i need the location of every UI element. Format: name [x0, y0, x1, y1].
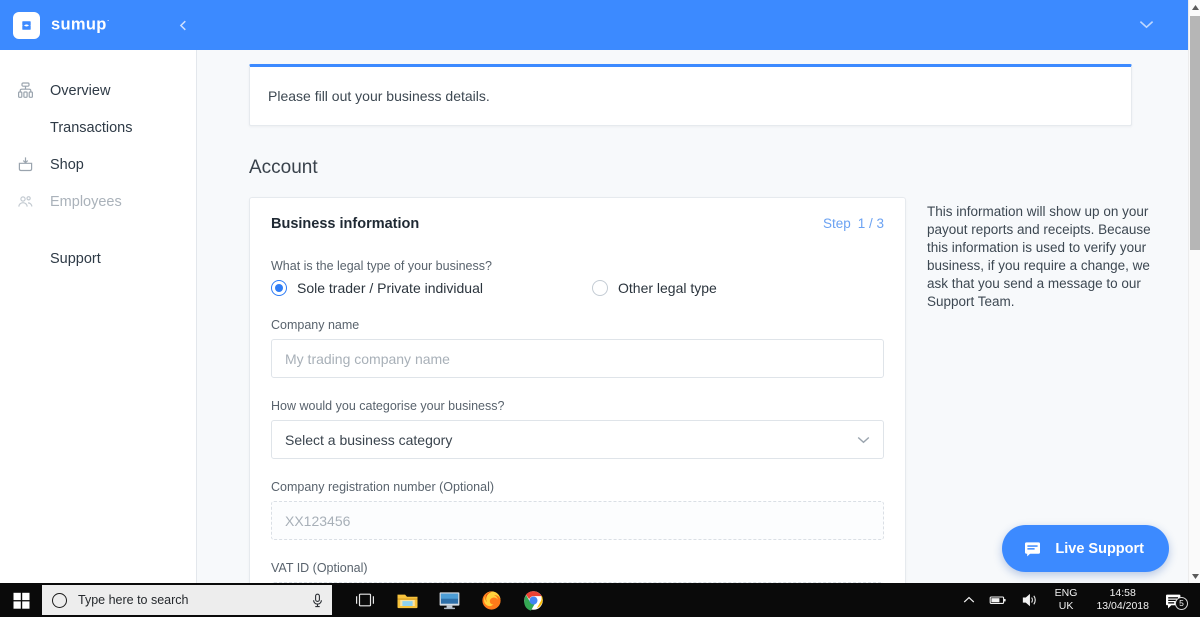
clock-date: 13/04/2018: [1096, 600, 1149, 612]
brand-name: sumup·: [51, 15, 110, 35]
business-information-card: Business information Step 1 / 3 What is t…: [249, 197, 906, 583]
sidebar-item-employees[interactable]: Employees: [0, 183, 196, 220]
app-header: sumup·: [0, 0, 1188, 50]
sidebar-item-label: Overview: [50, 82, 111, 99]
windows-taskbar: Type here to search ENG UK 14:58 13/04/2…: [0, 583, 1200, 617]
sidebar: Overview Transactions Shop Employees Sup…: [0, 50, 197, 583]
radio-label: Other legal type: [618, 280, 717, 296]
battery-icon[interactable]: [982, 594, 1015, 606]
company-name-field: Company name: [271, 318, 884, 378]
clock-time: 14:58: [1109, 587, 1136, 599]
step-label: Step: [822, 216, 851, 231]
legal-type-radio-group: Sole trader / Private individual Other l…: [271, 280, 884, 296]
company-name-label: Company name: [271, 318, 360, 332]
sidebar-item-transactions[interactable]: Transactions: [0, 109, 196, 146]
sumup-logo-icon: [13, 11, 40, 39]
step-count: 1 / 3: [857, 216, 884, 231]
app-window: sumup· Overview Transactions Shop Employ…: [0, 0, 1200, 617]
chevron-left-icon[interactable]: [170, 12, 196, 38]
firefox-icon[interactable]: [470, 583, 512, 617]
page-scrollbar[interactable]: [1188, 0, 1200, 583]
live-support-label: Live Support: [1055, 540, 1144, 557]
radio-sole-trader[interactable]: Sole trader / Private individual: [271, 280, 592, 296]
main-content: Please fill out your business details. A…: [197, 50, 1188, 583]
scroll-up-arrow-icon[interactable]: [1189, 0, 1200, 14]
notice-banner: Please fill out your business details.: [249, 64, 1132, 126]
cortana-circle-icon: [52, 592, 67, 608]
business-category-select[interactable]: Select a business category: [271, 420, 884, 459]
chevron-down-icon: [1139, 16, 1154, 34]
company-name-input[interactable]: [271, 339, 884, 378]
radio-other-legal-type[interactable]: Other legal type: [592, 280, 717, 296]
chrome-icon[interactable]: [512, 583, 554, 617]
sidebar-item-label: Support: [50, 250, 101, 267]
sidebar-item-label: Transactions: [50, 119, 133, 136]
language-line-2: UK: [1058, 600, 1074, 612]
search-input[interactable]: Type here to search: [42, 585, 332, 615]
brand-name-text: sumup: [51, 15, 107, 34]
taskbar-apps: [344, 583, 554, 617]
registration-number-input[interactable]: [271, 501, 884, 540]
card-title: Business information: [271, 216, 420, 232]
radio-dot-icon: [592, 280, 608, 296]
people-icon: [12, 192, 38, 211]
chat-message-icon: [1023, 539, 1042, 558]
brand-trademark: ·: [106, 15, 110, 26]
vat-id-label: VAT ID (Optional): [271, 561, 368, 575]
windows-start-icon[interactable]: [0, 583, 42, 617]
business-category-field: How would you categorise your business? …: [271, 399, 884, 459]
radio-dot-icon: [271, 280, 287, 296]
sidebar-item-label: Shop: [50, 156, 84, 173]
action-center-icon[interactable]: 5: [1159, 592, 1192, 610]
sidebar-item-shop[interactable]: Shop: [0, 146, 196, 183]
chevron-down-icon: [857, 436, 870, 444]
clock[interactable]: 14:58 13/04/2018: [1086, 587, 1159, 613]
speaker-icon[interactable]: [1015, 593, 1046, 607]
registration-number-label: Company registration number (Optional): [271, 480, 495, 494]
task-view-icon[interactable]: [344, 583, 386, 617]
display-monitor-icon[interactable]: [428, 583, 470, 617]
file-explorer-icon[interactable]: [386, 583, 428, 617]
microphone-icon[interactable]: [311, 593, 324, 608]
shop-bag-icon: [12, 155, 38, 174]
notification-count-badge: 5: [1175, 596, 1188, 610]
page-title: Account: [249, 157, 318, 178]
dashboard-icon: [12, 81, 38, 100]
brand-logo[interactable]: sumup·: [0, 11, 160, 39]
scrollbar-thumb[interactable]: [1190, 16, 1200, 250]
account-menu-button[interactable]: [1139, 16, 1188, 34]
radio-label: Sole trader / Private individual: [297, 280, 483, 296]
scroll-down-arrow-icon[interactable]: [1189, 569, 1200, 583]
business-category-value: Select a business category: [285, 431, 453, 448]
chevron-up-icon[interactable]: [956, 596, 982, 604]
language-indicator[interactable]: ENG UK: [1046, 587, 1087, 613]
card-header: Business information Step 1 / 3: [271, 216, 884, 232]
search-placeholder: Type here to search: [78, 593, 189, 607]
legal-type-question: What is the legal type of your business?: [271, 259, 492, 273]
live-support-button[interactable]: Live Support: [1002, 525, 1169, 572]
registration-number-field: Company registration number (Optional): [271, 480, 884, 540]
system-tray: ENG UK 14:58 13/04/2018 5: [956, 587, 1200, 613]
sidebar-item-overview[interactable]: Overview: [0, 72, 196, 109]
sidebar-item-support[interactable]: Support: [0, 240, 196, 277]
step-indicator: Step 1 / 3: [823, 216, 884, 231]
language-line-1: ENG: [1054, 587, 1078, 599]
sidebar-item-label: Employees: [50, 193, 122, 210]
vat-id-field: VAT ID (Optional): [271, 561, 884, 583]
business-category-label: How would you categorise your business?: [271, 399, 505, 413]
